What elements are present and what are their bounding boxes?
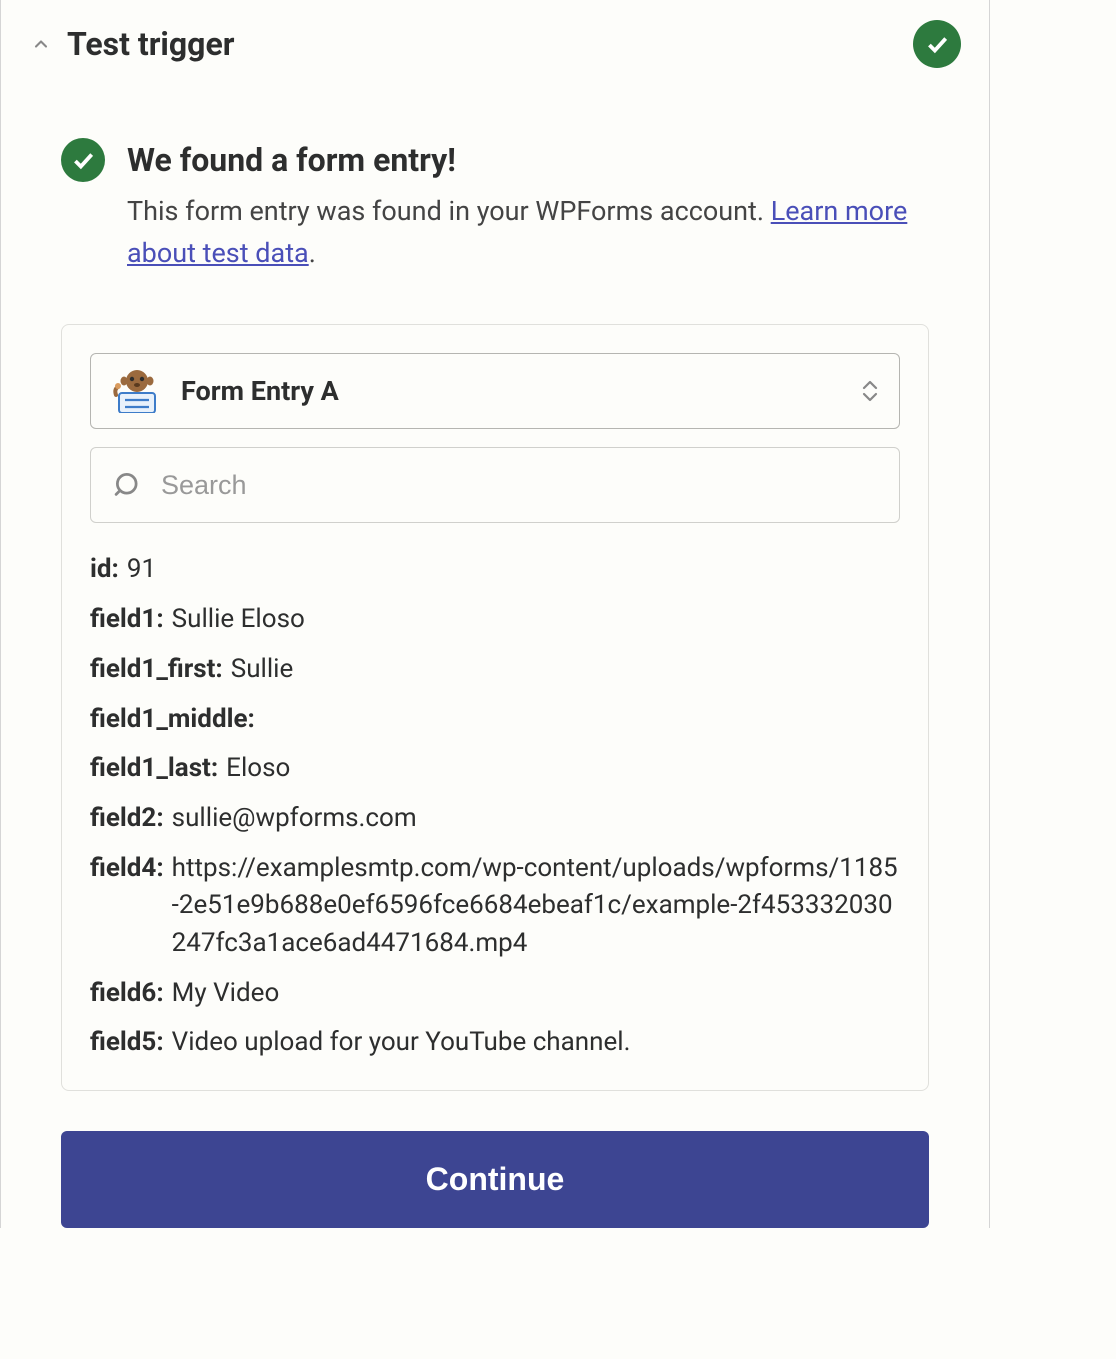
field-row: id:91 (90, 551, 900, 589)
message-title: We found a form entry! (127, 138, 929, 183)
status-success-icon (913, 20, 961, 68)
field-row: field1_middle: (90, 701, 900, 739)
collapse-icon[interactable] (29, 32, 53, 56)
field-row: field1:Sullie Eloso (90, 601, 900, 639)
updown-icon (861, 380, 879, 402)
entry-select-label: Form Entry A (181, 373, 843, 411)
search-box[interactable] (90, 447, 900, 523)
check-icon (61, 138, 105, 182)
section-header: Test trigger (1, 0, 989, 88)
wpforms-icon (111, 369, 163, 413)
field-row: field6:My Video (90, 975, 900, 1013)
field-row: field5:Video upload for your YouTube cha… (90, 1024, 900, 1062)
entry-select[interactable]: Form Entry A (90, 353, 900, 429)
field-row: field2:sullie@wpforms.com (90, 800, 900, 838)
message-description: This form entry was found in your WPForm… (127, 191, 929, 275)
success-message: We found a form entry! This form entry w… (1, 88, 989, 314)
search-icon (113, 470, 143, 500)
section-title: Test trigger (67, 22, 234, 67)
field-list: id:91 field1:Sullie Eloso field1_first:S… (90, 551, 900, 1062)
continue-button[interactable]: Continue (61, 1131, 929, 1228)
field-row: field4:https://examplesmtp.com/wp-conten… (90, 850, 900, 963)
search-input[interactable] (161, 470, 877, 501)
entry-card: Form Entry A id:91 field1:Sullie Eloso f… (61, 324, 929, 1091)
field-row: field1_last:Eloso (90, 750, 900, 788)
field-row: field1_first:Sullie (90, 651, 900, 689)
